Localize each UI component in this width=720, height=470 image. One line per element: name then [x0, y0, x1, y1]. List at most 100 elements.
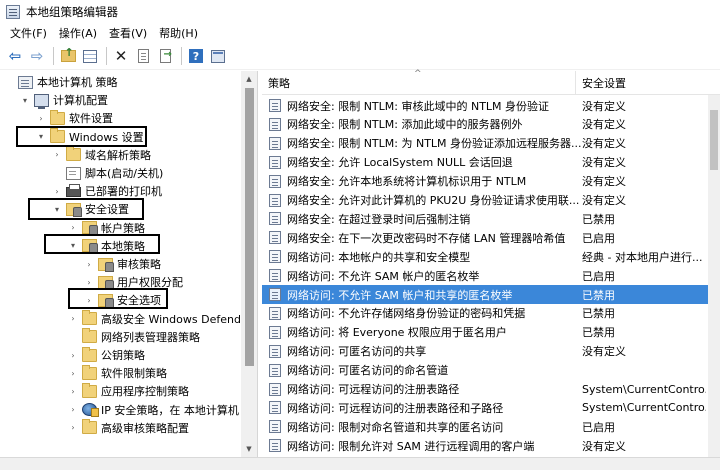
expand-chevron-icon[interactable]: › — [68, 404, 78, 416]
back-button[interactable]: ⇦ — [5, 46, 25, 66]
tree-item[interactable]: ▾ 本地策略 — [68, 237, 145, 255]
table-row[interactable]: 网络访问: 限制允许对 SAM 进行远程调用的客户端 没有定义 — [262, 436, 708, 455]
expand-chevron-icon[interactable]: › — [68, 222, 78, 234]
tree-item[interactable]: › 软件设置 — [36, 109, 113, 127]
table-row[interactable]: 网络访问: 不允许存储网络身份验证的密码和凭据 已禁用 — [262, 304, 708, 323]
table-row[interactable]: 网络访问: 可匿名访问的命名管道 — [262, 361, 708, 380]
expand-chevron-icon[interactable]: › — [68, 349, 78, 361]
expand-chevron-icon[interactable]: › — [68, 385, 78, 397]
tree-item[interactable]: ▾ 计算机配置 — [20, 91, 108, 109]
expand-chevron-icon[interactable]: › — [68, 367, 78, 379]
tree-item[interactable]: 网络列表管理器策略 — [68, 328, 200, 346]
expand-chevron-icon[interactable]: › — [52, 149, 62, 161]
security-setting-cell: 已启用 — [582, 420, 615, 434]
tree-item[interactable]: › IP 安全策略，在 本地计算机 — [68, 401, 239, 419]
table-row[interactable]: 网络安全: 在超过登录时间后强制注销 已禁用 — [262, 209, 708, 228]
column-header-security-setting[interactable]: 安全设置 — [576, 71, 720, 95]
expand-chevron-icon[interactable]: › — [52, 185, 62, 197]
tree-item[interactable]: ▾ Windows 设置 — [36, 128, 144, 146]
expand-chevron-icon[interactable]: › — [68, 313, 78, 325]
back-arrow-icon: ⇦ — [8, 46, 22, 65]
tree-scroll-up-icon[interactable]: ▲ — [241, 71, 257, 87]
folder-icon — [50, 128, 65, 144]
policy-name-cell: 网络安全: 允许本地系统将计算机标识用于 NTLM — [287, 175, 527, 189]
console-tree[interactable]: 本地计算机 策略 ▾ 计算机配置 › 软件设置 ▾ Windows 设置 › 域名解析策略 脚本(… — [0, 71, 258, 457]
folder-icon — [82, 419, 97, 435]
tree-item[interactable]: › 域名解析策略 — [52, 146, 151, 164]
menu-view[interactable]: 查看(V) — [103, 24, 153, 43]
tree-item[interactable]: › 安全选项 — [84, 291, 161, 309]
table-row[interactable]: 网络安全: 限制 NTLM: 审核此域中的 NTLM 身份验证 没有定义 — [262, 96, 708, 115]
tree-scroll-down-icon[interactable]: ▼ — [241, 441, 257, 457]
export-list-button[interactable] — [155, 46, 175, 66]
table-row[interactable]: 网络安全: 限制 NTLM: 为 NTLM 身份验证添加远程服务器... 没有定义 — [262, 134, 708, 153]
security-setting-cell: 没有定义 — [582, 156, 626, 170]
menu-file[interactable]: 文件(F) — [4, 24, 53, 43]
expand-chevron-icon[interactable]: › — [68, 422, 78, 434]
properties-button[interactable] — [133, 46, 153, 66]
help-button[interactable]: ? — [186, 46, 206, 66]
list-scroll-thumb[interactable] — [710, 110, 718, 170]
expand-chevron-icon[interactable]: › — [84, 276, 94, 288]
table-row[interactable]: 网络访问: 可匿名访问的共享 没有定义 — [262, 342, 708, 361]
table-row[interactable]: 网络访问: 限制对命名管道和共享的匿名访问 已启用 — [262, 417, 708, 436]
collapse-chevron-icon[interactable]: ▾ — [52, 203, 62, 215]
delete-icon: ✕ — [114, 46, 128, 65]
security-setting-cell: 没有定义 — [582, 118, 626, 132]
table-row[interactable]: 网络安全: 限制 NTLM: 添加此域中的服务器例外 没有定义 — [262, 115, 708, 134]
tree-item-label: 审核策略 — [117, 258, 161, 271]
tree-item[interactable]: › 公钥策略 — [68, 346, 145, 364]
column-header-policy[interactable]: 策略 ^ — [262, 69, 576, 95]
up-one-level-button[interactable] — [58, 46, 78, 66]
tree-item-label: IP 安全策略，在 本地计算机 — [101, 403, 239, 417]
tree-item[interactable]: 脚本(启动/关机) — [52, 164, 163, 182]
folder-icon — [82, 346, 97, 362]
collapse-chevron-icon[interactable]: ▾ — [20, 94, 30, 106]
tree-item[interactable]: › 用户权限分配 — [84, 273, 183, 291]
tree-item[interactable]: › 已部署的打印机 — [52, 182, 162, 200]
table-row[interactable]: 网络安全: 允许 LocalSystem NULL 会话回退 没有定义 — [262, 153, 708, 172]
tree-item-label: 高级审核策略配置 — [101, 421, 189, 435]
tree-item[interactable]: 本地计算机 策略 — [4, 73, 118, 91]
table-row[interactable]: 网络访问: 可远程访问的注册表路径和子路径 System\CurrentContr… — [262, 398, 708, 417]
forward-button[interactable]: ⇨ — [27, 46, 47, 66]
table-row[interactable]: 网络安全: 允许本地系统将计算机标识用于 NTLM 没有定义 — [262, 172, 708, 191]
collapse-chevron-icon[interactable]: ▾ — [36, 131, 46, 143]
policy-setting-icon — [269, 363, 281, 377]
policy-name-cell: 网络安全: 限制 NTLM: 添加此域中的服务器例外 — [287, 118, 523, 132]
help-icon: ? — [189, 49, 203, 63]
tree-item[interactable]: › 审核策略 — [84, 255, 161, 273]
console-window-button[interactable] — [208, 46, 228, 66]
table-row[interactable]: 网络访问: 可远程访问的注册表路径 System\CurrentContro... — [262, 380, 708, 399]
policy-setting-icon — [269, 306, 281, 320]
security-setting-cell: 经典 - 对本地用户进行... — [582, 250, 703, 264]
tree-item[interactable]: › 高级审核策略配置 — [68, 419, 189, 437]
tree-item[interactable]: › 软件限制策略 — [68, 364, 167, 382]
policy-name-cell: 网络安全: 在超过登录时间后强制注销 — [287, 212, 471, 226]
table-row[interactable]: 网络访问: 不允许 SAM 帐户的匿名枚举 已启用 — [262, 266, 708, 285]
tree-item[interactable]: › 帐户策略 — [68, 219, 145, 237]
tree-item-label: 网络列表管理器策略 — [101, 330, 200, 344]
expand-chevron-icon[interactable]: › — [84, 258, 94, 270]
table-row[interactable]: 网络访问: 将 Everyone 权限应用于匿名用户 已禁用 — [262, 323, 708, 342]
policy-setting-icon — [269, 382, 281, 396]
tree-item[interactable]: ▾ 安全设置 — [52, 200, 129, 218]
collapse-chevron-icon[interactable]: ▾ — [68, 240, 78, 252]
table-row[interactable]: 网络访问: 本地帐户的共享和安全模型 经典 - 对本地用户进行... — [262, 247, 708, 266]
expand-chevron-icon[interactable]: › — [36, 112, 46, 124]
tree-scroll-thumb[interactable] — [245, 88, 254, 366]
delete-button[interactable]: ✕ — [111, 46, 131, 66]
table-row[interactable]: 网络安全: 允许对此计算机的 PKU2U 身份验证请求使用联... 没有定义 — [262, 191, 708, 210]
expand-chevron-icon[interactable]: › — [84, 294, 94, 306]
security-setting-cell: 已禁用 — [582, 212, 615, 226]
security-setting-cell: 已禁用 — [582, 326, 615, 340]
security-setting-cell: 没有定义 — [582, 194, 626, 207]
table-row[interactable]: 网络安全: 在下一次更改密码时不存储 LAN 管理器哈希值 已启用 — [262, 228, 708, 247]
menu-help[interactable]: 帮助(H) — [153, 24, 204, 43]
table-row-selected[interactable]: 网络访问: 不允许 SAM 帐户和共享的匿名枚举 已禁用 — [262, 285, 708, 304]
tree-item[interactable]: › 应用程序控制策略 — [68, 382, 189, 400]
security-setting-cell: 没有定义 — [582, 137, 626, 151]
menu-action[interactable]: 操作(A) — [53, 24, 103, 43]
tree-item[interactable]: › 高级安全 Windows Defender — [68, 310, 252, 328]
show-hide-tree-button[interactable] — [80, 46, 100, 66]
